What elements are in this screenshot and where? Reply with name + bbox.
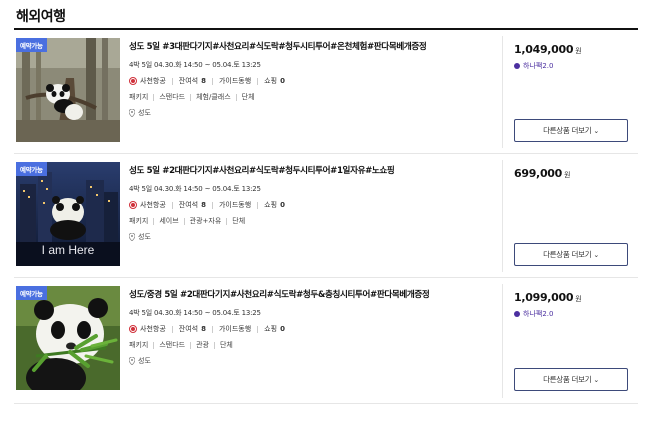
tag: 스탠다드 <box>159 93 186 101</box>
chevron-down-icon: ⌄ <box>593 126 599 135</box>
shopping-label: 쇼핑 <box>264 325 278 333</box>
price-value: 699,000 <box>514 167 563 180</box>
product-location: 성도 <box>129 356 499 366</box>
product-location: 성도 <box>129 232 499 242</box>
more-products-button[interactable]: 다른상품 더보기 ⌄ <box>514 368 628 391</box>
panda-bamboo-photo <box>16 286 120 390</box>
product-price: 1,099,000 원 <box>514 291 582 304</box>
location-pin-icon <box>129 357 135 365</box>
product-dates: 4박 5일 04.30.화 14:50 ~ 05.04.토 13:25 <box>129 185 261 193</box>
product-card[interactable]: 예약가능 성도 5일 #3대판다기지#사천요리#식도락#청두시티투어#온천체험#… <box>14 30 638 154</box>
seats-value: 8 <box>201 325 206 333</box>
shopping-value: 0 <box>280 77 285 85</box>
location-name: 성도 <box>138 233 151 241</box>
reservation-badge: 예약가능 <box>16 162 47 176</box>
more-products-button[interactable]: 다른상품 더보기 ⌄ <box>514 119 628 142</box>
divider <box>502 160 503 272</box>
location-pin-icon <box>129 109 135 117</box>
shopping-value: 0 <box>280 325 285 333</box>
product-dates: 4박 5일 04.30.화 14:50 ~ 05.04.토 13:25 <box>129 61 261 69</box>
tag: 관광+자유 <box>189 217 222 225</box>
seats-value: 8 <box>201 201 206 209</box>
airline-logo-icon <box>129 77 137 85</box>
point-label: 하나팩2.0 <box>523 62 554 70</box>
point-badge: 하나팩2.0 <box>514 309 553 319</box>
point-label: 하나팩2.0 <box>523 310 554 318</box>
tag: 단체 <box>241 93 255 101</box>
airline-name: 사천항공 <box>140 325 166 333</box>
tag: 패키지 <box>129 341 149 349</box>
location-pin-icon <box>129 233 135 241</box>
guide-info: 가이드동행 <box>218 77 252 85</box>
product-card[interactable]: I am Here 예약가능 성도 5일 #2대판다기지#사천요리#식도락#청두… <box>14 154 638 278</box>
price-value: 1,049,000 <box>514 43 574 56</box>
tag: 패키지 <box>129 217 149 225</box>
shopping-value: 0 <box>280 201 285 209</box>
tag: 관광 <box>196 341 209 349</box>
product-title[interactable]: 성도 5일 #3대판다기지#사천요리#식도락#청두시티투어#온천체험#판다목베개… <box>129 40 499 52</box>
product-image[interactable]: I am Here 예약가능 <box>16 162 120 266</box>
product-price: 699,000 원 <box>514 167 570 180</box>
product-location: 성도 <box>129 108 499 118</box>
city-night-photo: I am Here <box>16 162 120 266</box>
point-dot-icon <box>514 63 520 69</box>
shopping-label: 쇼핑 <box>264 77 278 85</box>
product-meta: 사천항공 잔여석 8 가이드동행 쇼핑 0 <box>129 76 499 86</box>
tag: 단체 <box>219 341 233 349</box>
airline-logo-icon <box>129 201 137 209</box>
location-name: 성도 <box>138 357 151 365</box>
airline-name: 사천항공 <box>140 201 166 209</box>
guide-info: 가이드동행 <box>218 201 252 209</box>
reservation-badge: 예약가능 <box>16 38 47 52</box>
tag: 체험/클래스 <box>196 93 231 101</box>
currency-label: 원 <box>564 171 571 179</box>
currency-label: 원 <box>575 47 582 55</box>
product-dates: 4박 5일 04.30.화 14:50 ~ 05.04.토 13:25 <box>129 309 261 317</box>
product-tags: 패키지 스탠다드 관광 단체 <box>129 340 499 350</box>
chevron-down-icon: ⌄ <box>593 375 599 384</box>
guide-info: 가이드동행 <box>218 325 252 333</box>
product-meta: 사천항공 잔여석 8 가이드동행 쇼핑 0 <box>129 200 499 210</box>
product-tags: 패키지 스탠다드 체험/클래스 단체 <box>129 92 499 102</box>
sign-text: I am Here <box>42 243 95 257</box>
location-name: 성도 <box>138 109 151 117</box>
product-card[interactable]: 예약가능 성도/중경 5일 #2대판다기지#사천요리#식도락#청두&충칭시티투어… <box>14 278 638 404</box>
point-dot-icon <box>514 311 520 317</box>
product-image[interactable]: 예약가능 <box>16 286 120 390</box>
product-tags: 패키지 세이브 관광+자유 단체 <box>129 216 499 226</box>
more-products-label: 다른상품 더보기 <box>543 126 592 135</box>
panda-tree-photo <box>16 38 120 142</box>
seats-label: 잔여석 <box>178 325 199 333</box>
product-meta: 사천항공 잔여석 8 가이드동행 쇼핑 0 <box>129 324 499 334</box>
divider <box>502 36 503 148</box>
shopping-label: 쇼핑 <box>264 201 278 209</box>
seats-label: 잔여석 <box>178 201 199 209</box>
reservation-badge: 예약가능 <box>16 286 47 300</box>
airline-name: 사천항공 <box>140 77 166 85</box>
tag: 패키지 <box>129 93 149 101</box>
more-products-label: 다른상품 더보기 <box>543 250 592 259</box>
product-price: 1,049,000 원 <box>514 43 582 56</box>
tag: 스탠다드 <box>159 341 186 349</box>
product-title[interactable]: 성도/중경 5일 #2대판다기지#사천요리#식도락#청두&충칭시티투어#판다목베… <box>129 288 499 300</box>
product-image[interactable]: 예약가능 <box>16 38 120 142</box>
more-products-button[interactable]: 다른상품 더보기 ⌄ <box>514 243 628 266</box>
seats-label: 잔여석 <box>178 77 199 85</box>
price-value: 1,099,000 <box>514 291 574 304</box>
point-badge: 하나팩2.0 <box>514 61 553 71</box>
section-title: 해외여행 <box>16 9 66 25</box>
chevron-down-icon: ⌄ <box>593 250 599 259</box>
divider <box>502 284 503 398</box>
tag: 세이브 <box>159 217 179 225</box>
more-products-label: 다른상품 더보기 <box>543 375 592 384</box>
airline-logo-icon <box>129 325 137 333</box>
tag: 단체 <box>232 217 246 225</box>
seats-value: 8 <box>201 77 206 85</box>
product-title[interactable]: 성도 5일 #2대판다기지#사천요리#식도락#청두시티투어#1일자유#노쇼핑 <box>129 164 499 176</box>
currency-label: 원 <box>575 295 582 303</box>
